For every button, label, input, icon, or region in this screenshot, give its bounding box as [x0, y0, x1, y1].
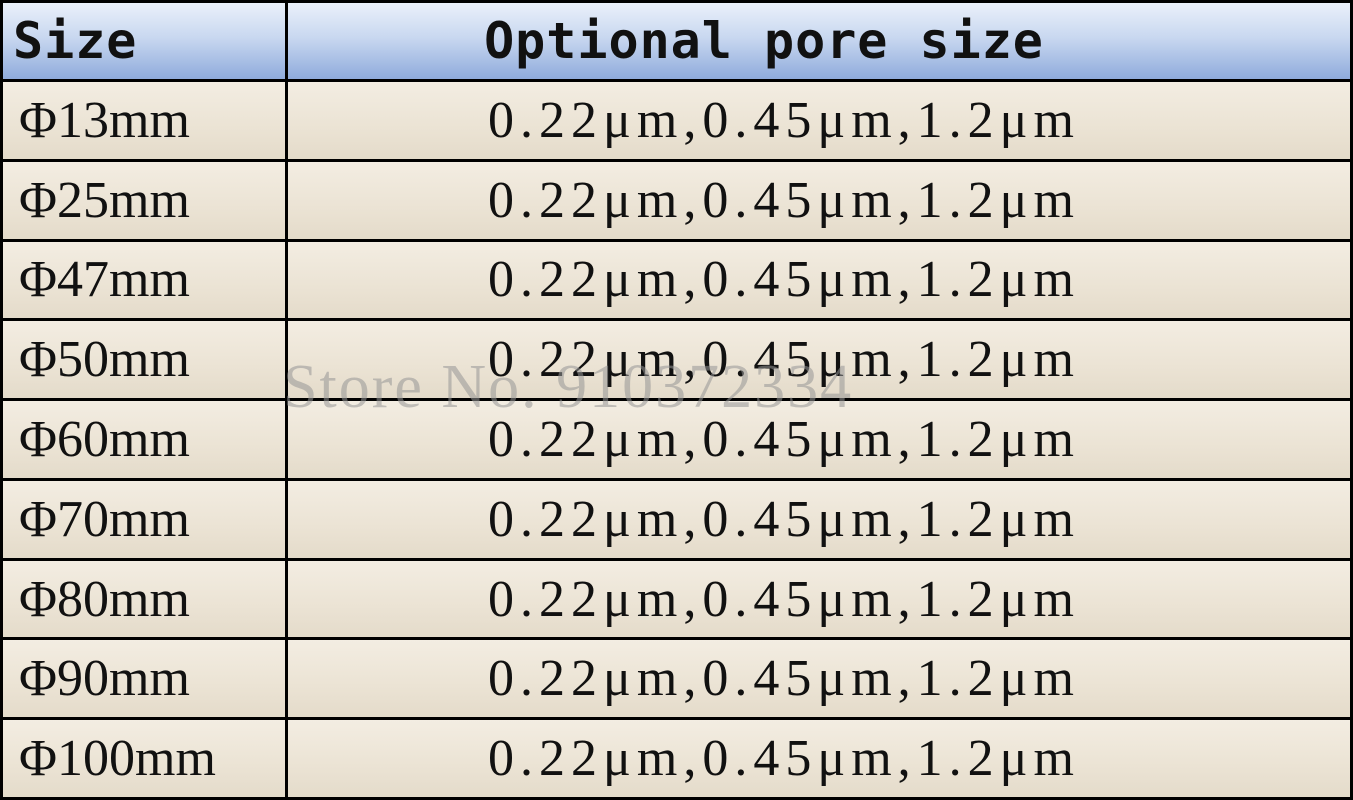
row-pore-cell: 0.22μm,0.45μm,1.2μm — [288, 640, 1350, 718]
row-size-cell: Φ80mm — [3, 560, 285, 638]
row-size-cell: Φ50mm — [3, 321, 285, 399]
row-pore-cell: 0.22μm,0.45μm,1.2μm — [288, 82, 1350, 159]
row-pore-cell: 0.22μm,0.45μm,1.2μm — [288, 161, 1350, 239]
row-pore-cell: 0.22μm,0.45μm,1.2μm — [288, 560, 1350, 638]
header-size: Size — [3, 3, 285, 79]
row-size-cell: Φ90mm — [3, 640, 285, 718]
row-pore-cell: 0.22μm,0.45μm,1.2μm — [288, 241, 1350, 319]
pore-size-table: Size Optional pore size Φ13mm 0.22μm,0.4… — [0, 0, 1353, 800]
row-pore-cell: 0.22μm,0.45μm,1.2μm — [288, 401, 1350, 478]
header-pore-size: Optional pore size — [288, 3, 1350, 79]
row-size-cell: Φ100mm — [3, 720, 285, 797]
row-size-cell: Φ47mm — [3, 241, 285, 319]
row-size-cell: Φ60mm — [3, 401, 285, 478]
row-pore-cell: 0.22μm,0.45μm,1.2μm — [288, 720, 1350, 797]
row-pore-cell: 0.22μm,0.45μm,1.2μm — [288, 480, 1350, 558]
row-size-cell: Φ70mm — [3, 480, 285, 558]
row-size-cell: Φ25mm — [3, 161, 285, 239]
row-pore-cell: 0.22μm,0.45μm,1.2μm — [288, 321, 1350, 399]
row-size-cell: Φ13mm — [3, 82, 285, 159]
